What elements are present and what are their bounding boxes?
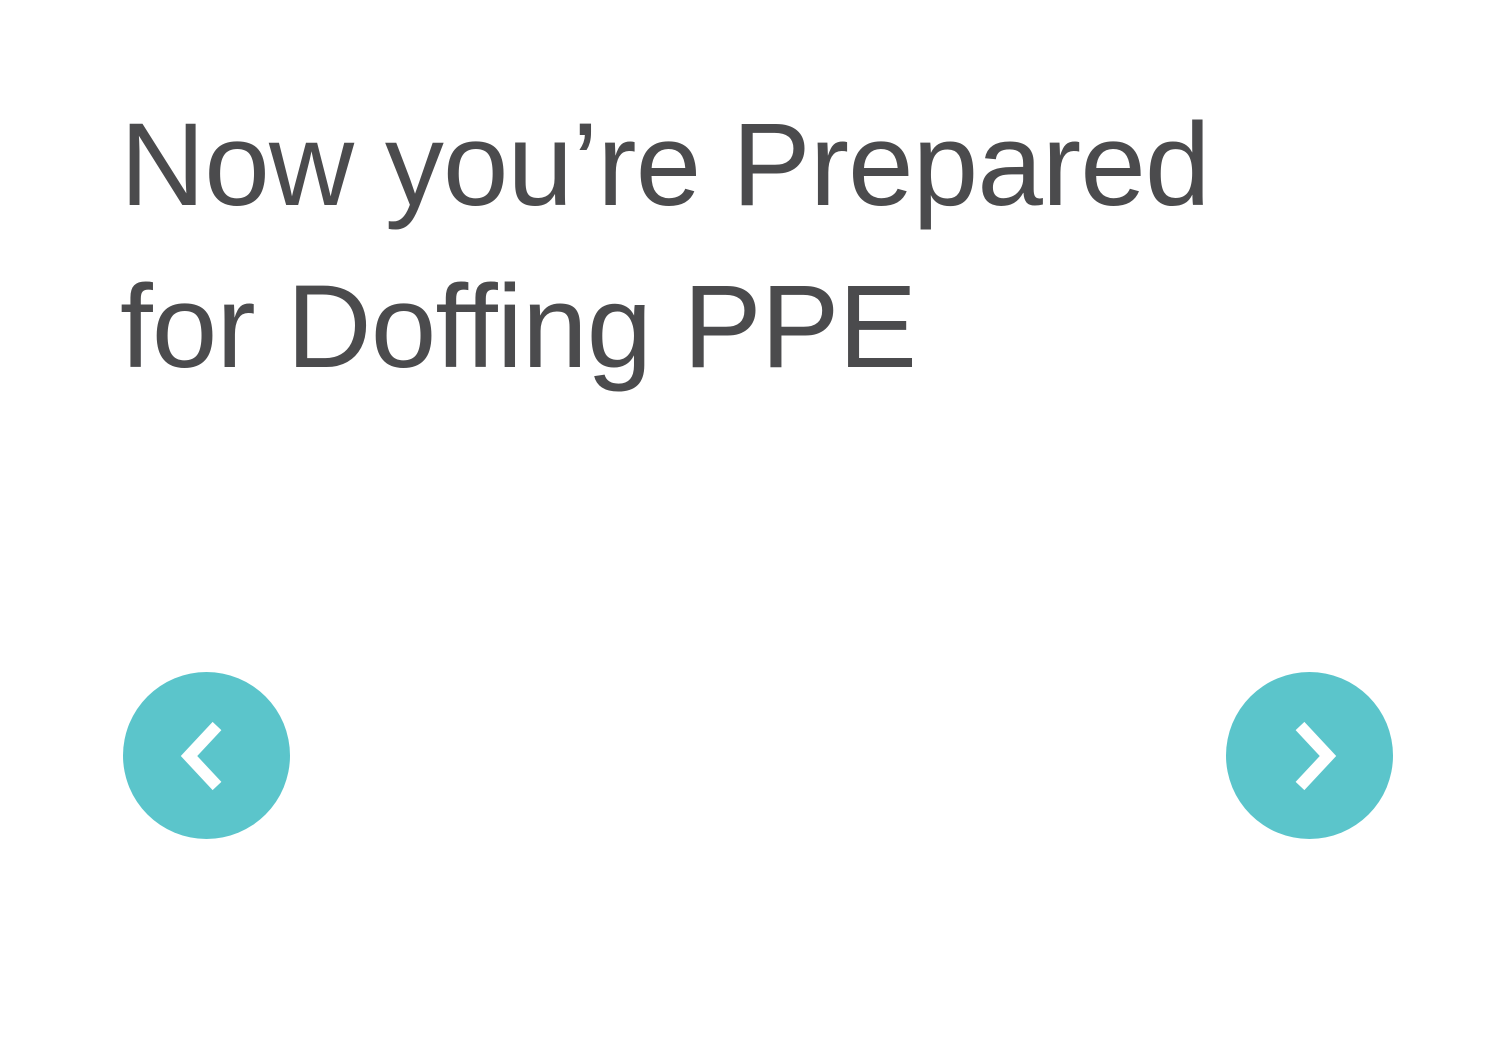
chevron-right-icon [1295, 721, 1336, 790]
slide-title-line-1: Now you’re Prepared [120, 99, 1210, 231]
chevron-left-icon [180, 721, 221, 790]
slide: Now you’re Prepared for Doffing PPE [0, 0, 1493, 1054]
next-button[interactable] [1226, 672, 1393, 839]
slide-title: Now you’re Prepared for Doffing PPE [120, 84, 1380, 408]
slide-title-line-2: for Doffing PPE [120, 261, 917, 393]
previous-button[interactable] [123, 672, 290, 839]
